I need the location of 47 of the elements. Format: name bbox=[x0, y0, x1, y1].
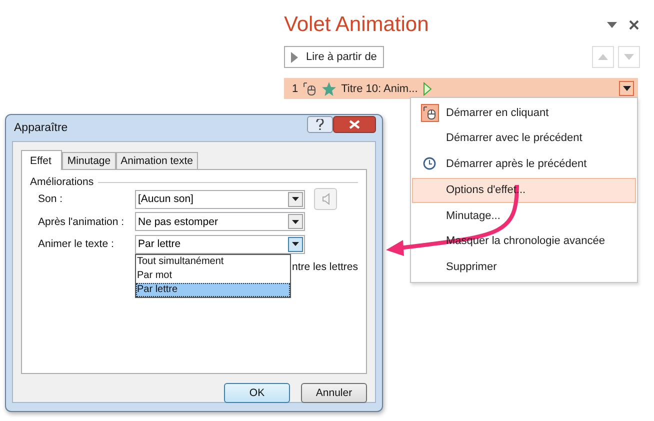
cancel-button[interactable]: Annuler bbox=[301, 383, 367, 403]
dropdown-field[interactable]: Par lettre bbox=[135, 234, 305, 254]
item-menu-button[interactable] bbox=[619, 81, 634, 96]
caret-icon bbox=[292, 242, 299, 246]
speaker-icon bbox=[322, 193, 330, 206]
tab[interactable]: Animation texte bbox=[116, 152, 198, 169]
dropdown-option[interactable]: Tout simultanément bbox=[136, 254, 290, 268]
field-label: Après l'animation : bbox=[38, 216, 126, 228]
dropdown-option[interactable]: Par mot bbox=[136, 268, 290, 282]
group-label: Améliorations bbox=[30, 176, 94, 188]
caret-icon bbox=[292, 220, 299, 224]
up-arrow-icon bbox=[598, 54, 608, 60]
menu-item[interactable]: Minutage... bbox=[412, 203, 636, 228]
item-number: 1 bbox=[292, 82, 298, 94]
field-label: Animer le texte : bbox=[38, 238, 115, 250]
mouse-icon bbox=[303, 82, 318, 96]
mouse-icon bbox=[420, 104, 438, 122]
menu-item[interactable]: Démarrer après le précédent bbox=[412, 151, 636, 176]
item-label: Titre 10: Anim... bbox=[341, 82, 418, 94]
close-icon[interactable] bbox=[628, 19, 640, 31]
caret-icon bbox=[622, 86, 630, 91]
menu-item[interactable]: Démarrer en cliquant bbox=[412, 100, 636, 126]
caret-icon bbox=[292, 197, 299, 202]
dropdown-option[interactable]: Par lettre bbox=[136, 282, 290, 296]
dialog-title: Apparaître bbox=[14, 122, 68, 134]
menu-item[interactable]: Supprimer bbox=[412, 254, 636, 280]
star-icon bbox=[322, 82, 336, 96]
play-icon bbox=[291, 52, 298, 62]
pane-title: Volet Animation bbox=[284, 13, 430, 37]
ok-button[interactable]: OK bbox=[224, 383, 290, 403]
close-icon bbox=[349, 120, 360, 128]
menu-item[interactable]: Démarrer avec le précédent bbox=[412, 126, 636, 151]
animation-item[interactable]: 1 Titre 10: Anim... bbox=[284, 78, 638, 99]
dropdown-field[interactable]: [Aucun son] bbox=[135, 190, 305, 209]
help-icon bbox=[316, 118, 324, 130]
option-label: ntre les lettres bbox=[292, 260, 358, 272]
caret-icon[interactable] bbox=[606, 21, 618, 29]
close-button[interactable] bbox=[333, 116, 376, 132]
play-icon bbox=[422, 82, 432, 96]
tab[interactable]: Minutage bbox=[62, 152, 116, 169]
clock-icon bbox=[423, 157, 436, 170]
tab[interactable]: Effet bbox=[21, 150, 62, 170]
field-label: Son : bbox=[38, 193, 64, 206]
help-button[interactable] bbox=[307, 116, 333, 132]
down-arrow-icon bbox=[624, 54, 634, 60]
dropdown-field[interactable]: Ne pas estomper bbox=[135, 212, 305, 232]
play-from-button[interactable]: Lire à partir de bbox=[284, 46, 384, 68]
